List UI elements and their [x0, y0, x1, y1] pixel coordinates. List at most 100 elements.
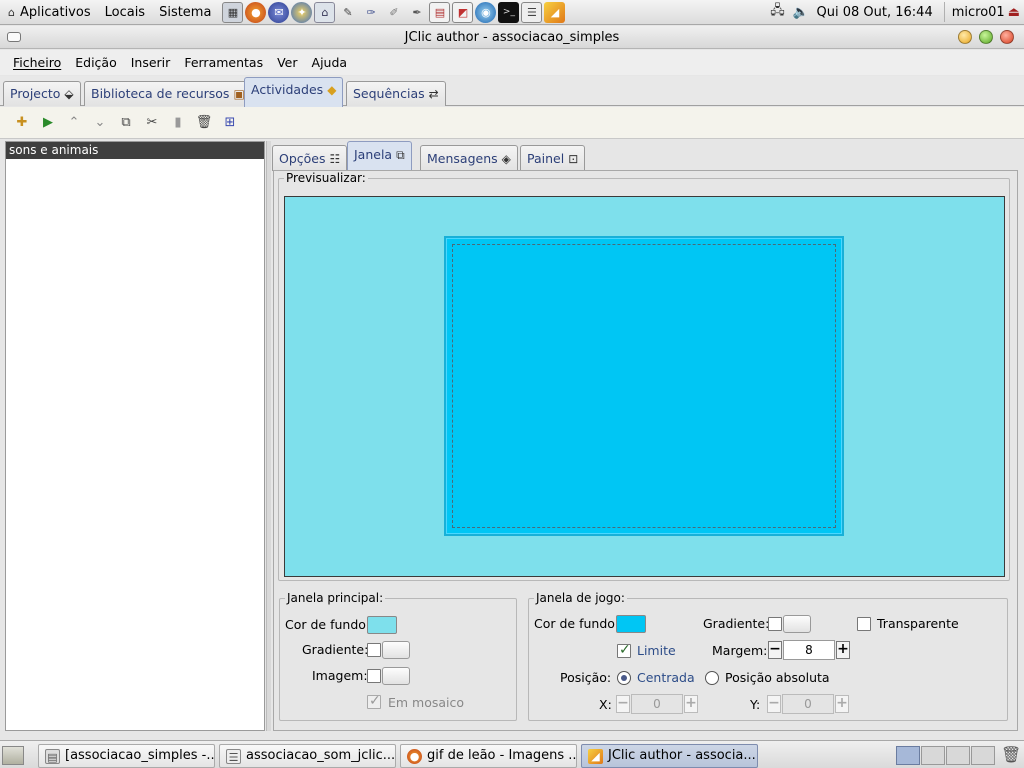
transparent-checkbox[interactable] — [857, 617, 871, 631]
window-menu-button[interactable] — [7, 32, 21, 42]
split-pane-divider[interactable] — [266, 141, 271, 731]
system-menu[interactable]: Sistema — [152, 0, 218, 25]
maximize-button[interactable] — [979, 30, 993, 44]
border-checkbox[interactable] — [617, 642, 631, 658]
mosaic-label: Em mosaico — [388, 695, 465, 710]
activities-icon: ◆ — [327, 83, 337, 97]
absolute-position-label: Posição absoluta — [725, 670, 830, 685]
user-switcher[interactable]: micro01 ⏏ — [948, 5, 1024, 20]
absolute-position-radio[interactable] — [705, 671, 719, 685]
new-activity-icon[interactable]: ✚ — [10, 111, 34, 135]
y-field[interactable]: 0 — [782, 694, 834, 714]
paint-icon[interactable]: ✑ — [360, 2, 381, 23]
places-menu[interactable]: Locais — [98, 0, 152, 25]
main-gradient-button[interactable] — [382, 641, 410, 659]
x-increment-button[interactable]: + — [684, 695, 698, 713]
cut-icon[interactable]: ✂ — [140, 111, 164, 135]
top-panel: ⌂ Aplicativos Locais Sistema ▦ ● ✉ ✦ ⌂ ✎ … — [0, 0, 1024, 25]
tab-biblioteca[interactable]: Biblioteca de recursos ▣ — [84, 81, 252, 106]
tab-opcoes[interactable]: Opções ☷ — [272, 145, 348, 171]
firefox-icon[interactable]: ● — [245, 1, 267, 23]
text-editor-icon[interactable]: ☰ — [521, 1, 543, 23]
main-gradient-label: Gradiente: — [302, 642, 369, 657]
menu-inserir[interactable]: Inserir — [124, 50, 178, 75]
y-decrement-button[interactable]: − — [767, 695, 781, 713]
main-gradient-checkbox[interactable] — [367, 643, 381, 657]
tab-mensagens[interactable]: Mensagens ◈ — [420, 145, 518, 171]
network-icon[interactable]: ⌂ — [314, 1, 336, 23]
applications-menu[interactable]: ⌂ Aplicativos — [0, 0, 98, 25]
paste-icon[interactable]: ▮ — [166, 111, 190, 135]
game-bg-color-label: Cor de fundo: — [534, 616, 620, 631]
x-field[interactable]: 0 — [631, 694, 683, 714]
jclic-icon[interactable]: ◢ — [544, 1, 566, 23]
terminal-icon[interactable]: >_ — [498, 1, 520, 23]
y-increment-button[interactable]: + — [835, 695, 849, 713]
copy-icon[interactable]: ⧉ — [114, 111, 138, 135]
network-status-icon[interactable]: 🖧 — [768, 3, 788, 21]
arrange-icon[interactable]: ⊞ — [218, 111, 242, 135]
browser-icon[interactable]: ◉ — [475, 1, 497, 23]
spreadsheet-icon[interactable]: ▤ — [429, 1, 451, 23]
show-desktop-button[interactable] — [2, 746, 24, 765]
brush-icon[interactable]: ✐ — [383, 2, 404, 23]
mosaic-checkbox[interactable] — [367, 693, 381, 709]
tab-janela[interactable]: Janela ⧉ — [347, 141, 412, 171]
editor-icon[interactable]: ✒ — [406, 2, 427, 23]
centered-radio[interactable] — [617, 671, 631, 685]
launchers: ▦ ● ✉ ✦ ⌂ ✎ ✑ ✐ ✒ ▤ ◩ ◉ >_ ☰ ◢ — [222, 1, 567, 23]
presentation-icon[interactable]: ◩ — [452, 1, 474, 23]
pen-icon[interactable]: ✎ — [337, 2, 358, 23]
activity-list: sons e animais — [5, 141, 265, 731]
file-icon: ▤ — [45, 749, 60, 764]
taskbar-item[interactable]: ◢ JClic author - associa... — [581, 744, 758, 768]
taskbar-item[interactable]: ▤ [associacao_simples -... — [38, 744, 215, 768]
menu-ferramentas[interactable]: Ferramentas — [177, 50, 270, 75]
minimize-button[interactable] — [958, 30, 972, 44]
y-label: Y: — [750, 697, 761, 712]
margin-field[interactable]: 8 — [783, 640, 835, 660]
close-button[interactable] — [1000, 30, 1014, 44]
main-image-button[interactable] — [382, 667, 410, 685]
volume-icon[interactable]: 🔈 — [791, 3, 811, 21]
workspace-3[interactable] — [946, 746, 970, 765]
evolution-icon[interactable]: ✦ — [291, 1, 313, 23]
workspace-1[interactable] — [896, 746, 920, 765]
move-down-icon[interactable]: ⌄ — [88, 111, 112, 135]
tab-painel[interactable]: Painel ⊡ — [520, 145, 586, 171]
firefox-icon: ● — [407, 749, 422, 764]
delete-icon[interactable]: 🗑 — [192, 111, 216, 135]
play-icon[interactable]: ▶ — [36, 111, 60, 135]
window-titlebar: JClic author - associacao_simples — [0, 26, 1024, 49]
x-decrement-button[interactable]: − — [616, 695, 630, 713]
taskbar-item[interactable]: ☰ associacao_som_jclic.... — [219, 744, 396, 768]
border-label: Limite — [637, 643, 676, 658]
workspace-4[interactable] — [971, 746, 995, 765]
menu-ver[interactable]: Ver — [270, 50, 304, 75]
tab-actividades[interactable]: Actividades ◆ — [244, 77, 344, 107]
menu-ficheiro[interactable]: Ficheiro — [6, 50, 68, 75]
clock[interactable]: Qui 08 Out, 16:44 — [814, 0, 941, 25]
taskbar-item[interactable]: ● gif de leão - Imagens ... — [400, 744, 577, 768]
game-bg-color-swatch[interactable] — [616, 615, 646, 633]
tab-sequencias[interactable]: Sequências ⇄ — [346, 81, 446, 106]
calculator-icon[interactable]: ▦ — [222, 1, 244, 23]
main-image-checkbox[interactable] — [367, 669, 381, 683]
main-bg-color-swatch[interactable] — [367, 616, 397, 634]
tab-projecto[interactable]: Projecto ⬙ — [3, 81, 81, 106]
move-up-icon[interactable]: ⌃ — [62, 111, 86, 135]
workspace-2[interactable] — [921, 746, 945, 765]
toolbar: ✚ ▶ ⌃ ⌄ ⧉ ✂ ▮ 🗑 ⊞ — [0, 107, 1024, 139]
game-window-border — [452, 244, 836, 528]
menu-edicao[interactable]: Edição — [68, 50, 124, 75]
trash-icon[interactable]: 🗑 — [1001, 745, 1021, 766]
main-image-label: Imagem: — [312, 668, 368, 683]
list-item[interactable]: sons e animais — [6, 142, 264, 159]
game-gradient-button[interactable] — [783, 615, 811, 633]
menu-ajuda[interactable]: Ajuda — [305, 50, 355, 75]
margin-decrement-button[interactable]: − — [768, 641, 782, 659]
margin-increment-button[interactable]: + — [836, 641, 850, 659]
sub-tabs: Opções ☷ Janela ⧉ Mensagens ◈ Painel ⊡ — [272, 141, 1024, 171]
game-gradient-checkbox[interactable] — [768, 617, 782, 631]
thunderbird-icon[interactable]: ✉ — [268, 1, 290, 23]
